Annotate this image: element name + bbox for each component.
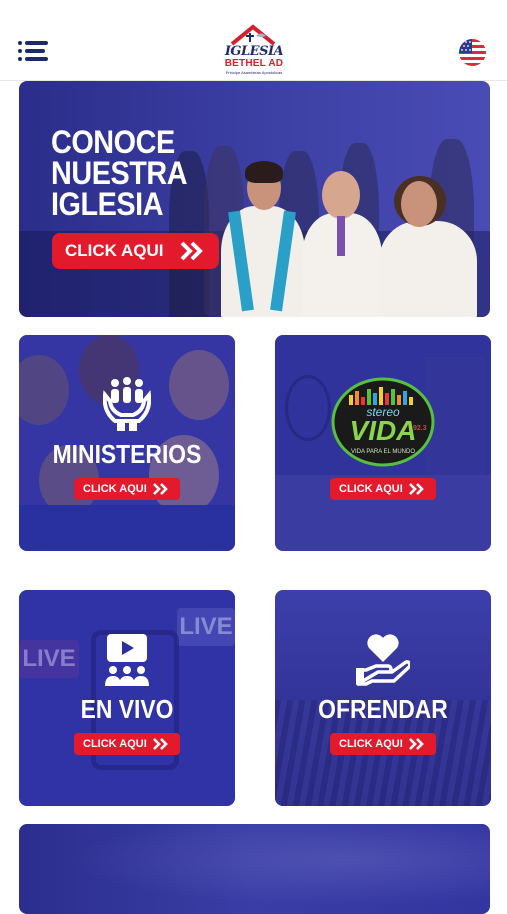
bottom-partial-card[interactable] [19,824,490,914]
stereo-vida-frequency: 92.3 [413,425,427,432]
en-vivo-click-aqui-button[interactable]: CLICK AQUI [74,733,180,755]
double-chevron-right-icon [153,738,168,750]
double-chevron-right-icon [180,241,203,261]
stereo-vida-logo-text: VIDA [349,415,417,446]
heart-hand-icon [356,634,410,686]
logo-text-bethel: BETHEL AD [224,58,284,69]
hero-title: CONOCE NUESTRA IGLESIA [51,124,188,222]
stereo-vida-tagline: VIDA PARA EL MUNDO [350,449,416,455]
ministerios-label: MINISTERIOS [52,439,202,469]
church-logo[interactable]: IGLESIA BETHEL AD Principe Asambleas Apo… [224,24,284,76]
stereo-vida-click-aqui-button[interactable]: CLICK AQUI [330,478,436,500]
double-chevron-right-icon [409,738,424,750]
ministerios-card[interactable]: MINISTERIOS CLICK AQUI [19,335,235,551]
logo-text-iglesia: IGLESIA [224,44,284,59]
language-flag-us-icon[interactable] [459,39,486,66]
hero-click-aqui-button[interactable]: CLICK AQUI [52,233,219,269]
en-vivo-label: EN VIVO [80,694,174,724]
pastor-woman-right-figure [379,221,477,317]
double-chevron-right-icon [409,483,424,495]
menu-icon[interactable] [18,38,50,64]
hero-conoce-iglesia-card[interactable]: CONOCE NUESTRA IGLESIA CLICK AQUI [19,81,490,317]
ofrendar-label: OFRENDAR [318,694,448,724]
stereo-vida-radio-card[interactable]: stereo VIDA 92.3 VIDA PARA EL MUNDO CLIC… [275,335,491,551]
people-hands-icon [103,377,151,431]
en-vivo-card[interactable]: LIVE LIVE EN VIVO CLICK AQUI [19,590,235,806]
double-chevron-right-icon [153,483,168,495]
ministerios-click-aqui-button[interactable]: CLICK AQUI [74,478,180,500]
house-roof-icon [230,24,276,46]
live-video-icon [105,634,149,686]
logo-tagline: Principe Asambleas Apostolicas [225,70,283,75]
app-header: IGLESIA BETHEL AD Principe Asambleas Apo… [0,0,507,81]
ofrendar-click-aqui-button[interactable]: CLICK AQUI [330,733,436,755]
ofrendar-card[interactable]: OFRENDAR CLICK AQUI [275,590,491,806]
